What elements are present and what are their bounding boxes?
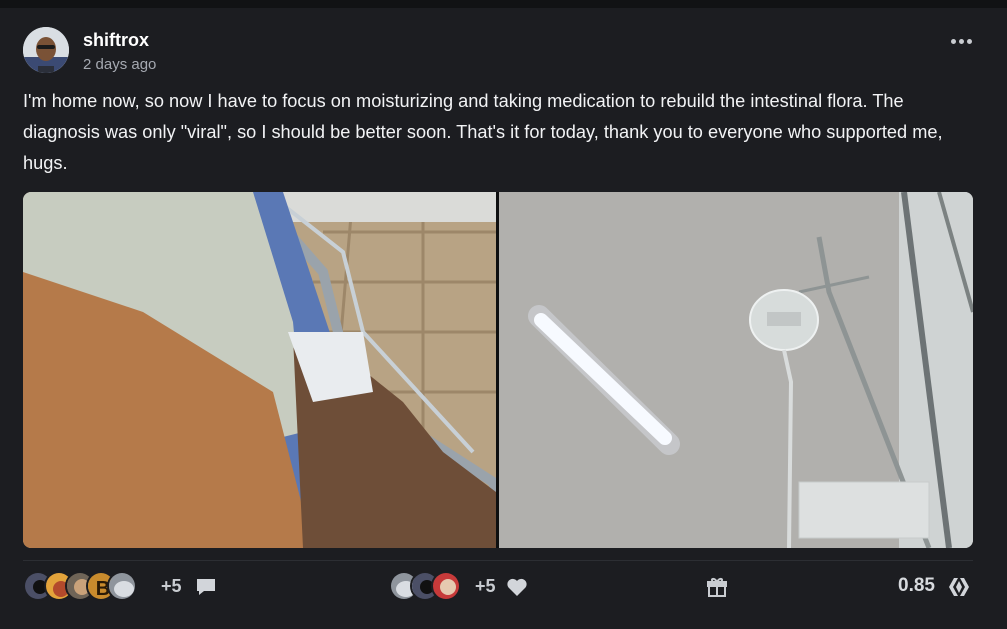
more-options-icon[interactable]	[951, 34, 975, 48]
hive-logo-icon	[949, 578, 969, 596]
post-actions: B +5 +5 0.85	[23, 569, 973, 605]
gift-icon[interactable]	[705, 575, 729, 599]
post-media	[23, 192, 973, 548]
media-divider	[23, 560, 973, 561]
top-bar	[0, 0, 1007, 8]
votes-extra-count[interactable]: +5	[475, 576, 496, 597]
post-card: shiftrox 2 days ago I'm home now, so now…	[0, 8, 1007, 629]
voter-avatars[interactable]	[389, 571, 461, 601]
post-body: I'm home now, so now I have to focus on …	[23, 91, 943, 173]
iv-drip-photo[interactable]	[499, 192, 973, 548]
payout-value[interactable]: 0.85	[898, 575, 935, 597]
heart-icon[interactable]	[505, 575, 529, 599]
author-name[interactable]: shiftrox	[83, 30, 149, 51]
commenter-avatars[interactable]: B	[23, 571, 137, 601]
post-timestamp[interactable]: 2 days ago	[83, 56, 156, 73]
comments-extra-count[interactable]: +5	[161, 576, 182, 597]
avatar	[107, 571, 137, 601]
avatar	[431, 571, 461, 601]
author-avatar[interactable]	[23, 27, 69, 73]
hospital-arm-photo[interactable]	[23, 192, 496, 548]
comment-icon[interactable]	[194, 575, 218, 599]
